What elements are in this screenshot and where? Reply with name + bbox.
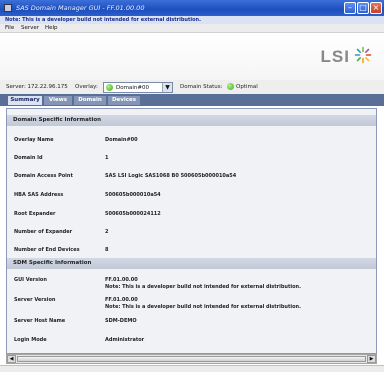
minimize-button[interactable]: – xyxy=(344,2,356,14)
domain-section-header: Domain Specific Information xyxy=(7,115,376,126)
overlay-select[interactable]: Domain#00 ▼ xyxy=(103,82,173,93)
row-value: SDM-DEMO xyxy=(105,318,137,324)
maximize-button[interactable]: □ xyxy=(357,2,369,14)
lsi-logo: LSI xyxy=(320,47,350,66)
tab-bar: Summary Views Domain Devices xyxy=(0,94,384,106)
menu-bar: File Server Help xyxy=(0,24,384,33)
horizontal-scrollbar[interactable]: ◀ ▶ xyxy=(6,354,377,364)
domain-status-label: Domain Status: xyxy=(180,84,223,90)
row-value: Administrator xyxy=(105,337,145,343)
title-bar: SAS Domain Manager GUI - FF.01.00.00 – □… xyxy=(0,0,384,16)
summary-panel: Domain Specific Information Overlay Name… xyxy=(6,108,377,354)
row-value: SAS LSI Logic SAS1068 B0 500605b000010a5… xyxy=(105,173,237,179)
banner: LSI xyxy=(0,33,384,81)
row-value: 8 xyxy=(105,247,109,253)
row-key: Server Version xyxy=(14,297,56,303)
server-label: Server: 172.22.96.175 xyxy=(6,84,68,90)
row-key: Server Host Name xyxy=(14,318,66,324)
chevron-down-icon[interactable]: ▼ xyxy=(162,83,172,92)
menu-server[interactable]: Server xyxy=(21,25,39,31)
close-button[interactable]: × xyxy=(370,2,382,14)
row-key: Domain Access Point xyxy=(14,173,73,179)
row-key: Number of End Devices xyxy=(14,247,80,253)
row-key: HBA SAS Address xyxy=(14,192,64,198)
app-icon xyxy=(4,4,12,12)
row-key: Overlay Name xyxy=(14,137,54,143)
domain-status-icon xyxy=(227,83,234,90)
row-key: GUI Version xyxy=(14,277,47,283)
row-value: 2 xyxy=(105,229,109,235)
row-key: Root Expander xyxy=(14,211,56,217)
row-value: FF.01.00.00 xyxy=(105,297,138,303)
row-key: Domain Id xyxy=(14,155,43,161)
row-value: Domain#00 xyxy=(105,137,138,143)
row-value: FF.01.00.00 xyxy=(105,277,138,283)
tab-devices[interactable]: Devices xyxy=(108,96,140,105)
tab-summary[interactable]: Summary xyxy=(8,96,42,105)
row-value: 1 xyxy=(105,155,109,161)
menu-help[interactable]: Help xyxy=(45,25,58,31)
row-value: 500605b000024112 xyxy=(105,211,161,217)
window-title: SAS Domain Manager GUI - FF.01.00.00 xyxy=(16,4,145,12)
scroll-right-icon[interactable]: ▶ xyxy=(367,355,376,363)
tab-views[interactable]: Views xyxy=(44,96,72,105)
row-key: Login Mode xyxy=(14,337,47,343)
row-value-note: Note: This is a developer build not inte… xyxy=(105,284,301,290)
menu-file[interactable]: File xyxy=(5,25,14,31)
overlay-select-value: Domain#00 xyxy=(116,85,149,91)
scroll-thumb[interactable] xyxy=(17,356,366,362)
scroll-left-icon[interactable]: ◀ xyxy=(7,355,16,363)
domain-status-value: Optimal xyxy=(236,84,258,90)
sdm-section-header: SDM Specific Information xyxy=(7,258,376,269)
server-toolbar: Server: 172.22.96.175 Overlay: Domain#00… xyxy=(0,80,384,94)
row-value-note: Note: This is a developer build not inte… xyxy=(105,304,301,310)
row-key: Number of Expander xyxy=(14,229,73,235)
tab-domain[interactable]: Domain xyxy=(74,96,106,105)
row-value: 500605b000010a54 xyxy=(105,192,161,198)
status-bar xyxy=(0,365,384,372)
lsi-starburst-icon xyxy=(354,46,372,64)
overlay-label: Overlay: xyxy=(75,84,98,90)
overlay-status-icon xyxy=(106,84,113,91)
developer-note: Note: This is a developer build not inte… xyxy=(0,16,384,24)
